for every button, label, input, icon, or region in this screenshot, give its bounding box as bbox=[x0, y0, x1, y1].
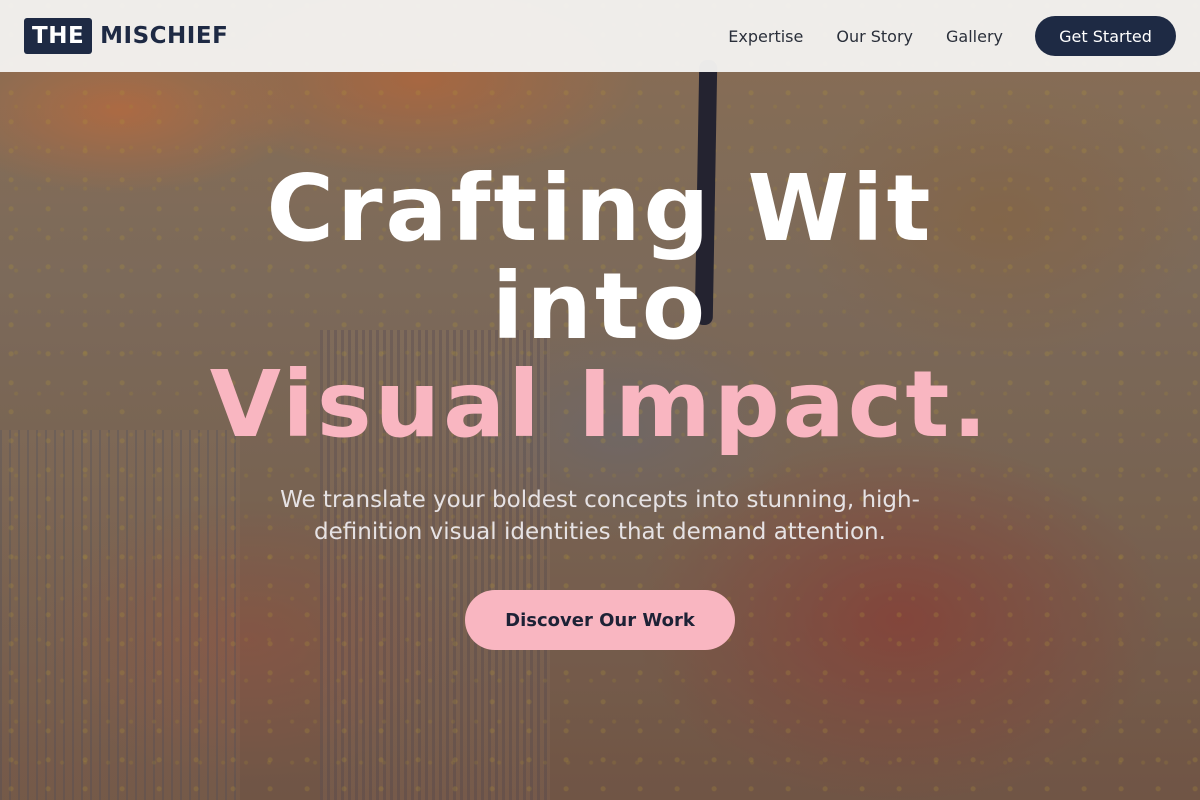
nav-link-gallery[interactable]: Gallery bbox=[946, 27, 1003, 46]
headline-line-3-accent: Visual Impact. bbox=[209, 351, 991, 458]
nav-link-expertise[interactable]: Expertise bbox=[728, 27, 803, 46]
hero-section: Crafting Wit into Visual Impact. We tran… bbox=[0, 160, 1200, 650]
logo-text: MISCHIEF bbox=[100, 23, 229, 49]
get-started-button[interactable]: Get Started bbox=[1035, 16, 1176, 56]
main-nav: Expertise Our Story Gallery Get Started bbox=[728, 16, 1176, 56]
logo-box: THE bbox=[24, 18, 93, 54]
hero-headline: Crafting Wit into Visual Impact. bbox=[0, 160, 1200, 454]
site-header: THE MISCHIEF Expertise Our Story Gallery… bbox=[0, 0, 1200, 72]
brand-logo[interactable]: THE MISCHIEF bbox=[24, 18, 228, 54]
nav-link-our-story[interactable]: Our Story bbox=[836, 27, 913, 46]
hero-subtitle: We translate your boldest concepts into … bbox=[280, 487, 920, 545]
headline-line-2: into bbox=[491, 253, 709, 360]
discover-our-work-button[interactable]: Discover Our Work bbox=[465, 590, 735, 650]
headline-line-1: Crafting Wit bbox=[266, 155, 934, 262]
